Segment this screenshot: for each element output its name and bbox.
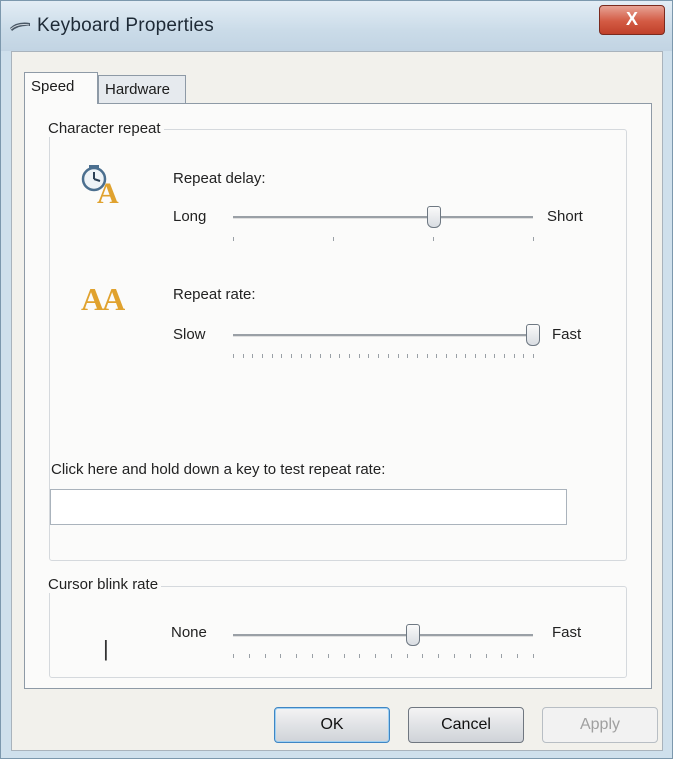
repeat-delay-min-label: Long bbox=[173, 208, 207, 225]
repeat-rate-slider-track[interactable] bbox=[233, 334, 533, 337]
slider-tick bbox=[328, 654, 329, 658]
cursor-blink-group bbox=[49, 586, 627, 678]
slider-tick bbox=[344, 654, 345, 658]
repeat-delay-slider-thumb[interactable] bbox=[427, 206, 441, 228]
tab-hardware[interactable]: Hardware bbox=[98, 75, 186, 103]
apply-button[interactable]: Apply bbox=[542, 707, 658, 743]
slider-tick bbox=[533, 237, 534, 241]
test-repeat-label: Click here and hold down a key to test r… bbox=[51, 461, 386, 478]
slider-tick bbox=[291, 354, 292, 358]
dialog-client-area: Speed Hardware Character repeat A Repeat… bbox=[11, 51, 663, 751]
slider-tick bbox=[465, 354, 466, 358]
slider-tick bbox=[368, 354, 369, 358]
slider-tick bbox=[312, 654, 313, 658]
keyboard-icon bbox=[9, 19, 31, 33]
slider-tick bbox=[281, 354, 282, 358]
slider-tick bbox=[330, 354, 331, 358]
close-button[interactable]: X bbox=[599, 5, 665, 35]
cancel-button[interactable]: Cancel bbox=[408, 707, 524, 743]
slider-tick bbox=[422, 654, 423, 658]
ok-button[interactable]: OK bbox=[274, 707, 390, 743]
title-bar[interactable]: Keyboard Properties X bbox=[1, 1, 672, 51]
slider-tick bbox=[320, 354, 321, 358]
slider-tick bbox=[514, 354, 515, 358]
slider-tick bbox=[501, 654, 502, 658]
slider-tick bbox=[280, 654, 281, 658]
cursor-blink-slider-thumb[interactable] bbox=[406, 624, 420, 646]
slider-tick bbox=[398, 354, 399, 358]
slider-tick bbox=[427, 354, 428, 358]
slider-tick bbox=[475, 354, 476, 358]
repeat-delay-label: Repeat delay: bbox=[173, 170, 266, 187]
keyboard-properties-window: Keyboard Properties X Speed Hardware Cha… bbox=[0, 0, 673, 759]
slider-tick bbox=[378, 354, 379, 358]
slider-tick bbox=[486, 654, 487, 658]
slider-tick bbox=[339, 354, 340, 358]
slider-tick bbox=[272, 354, 273, 358]
slider-tick bbox=[436, 354, 437, 358]
slider-tick bbox=[301, 354, 302, 358]
test-repeat-input[interactable] bbox=[50, 489, 567, 525]
slider-tick bbox=[523, 354, 524, 358]
slider-tick bbox=[359, 654, 360, 658]
slider-tick bbox=[417, 354, 418, 358]
repeat-rate-max-label: Fast bbox=[552, 326, 582, 343]
svg-text:A: A bbox=[97, 177, 119, 207]
repeat-delay-clock-icon: A bbox=[79, 161, 125, 207]
cursor-glyph-icon: | bbox=[103, 636, 109, 661]
slider-tick bbox=[454, 654, 455, 658]
slider-tick bbox=[517, 654, 518, 658]
slider-tick bbox=[388, 354, 389, 358]
slider-tick bbox=[470, 654, 471, 658]
slider-tick bbox=[233, 354, 234, 358]
slider-tick bbox=[456, 354, 457, 358]
slider-tick bbox=[249, 654, 250, 658]
slider-tick bbox=[533, 654, 534, 658]
slider-tick bbox=[407, 354, 408, 358]
window-title: Keyboard Properties bbox=[37, 15, 215, 36]
repeat-delay-slider-track[interactable] bbox=[233, 216, 533, 219]
slider-tick bbox=[265, 654, 266, 658]
slider-tick bbox=[375, 654, 376, 658]
slider-tick bbox=[349, 354, 350, 358]
slider-tick bbox=[333, 237, 334, 241]
repeat-rate-icon: AA bbox=[81, 281, 125, 317]
slider-tick bbox=[262, 354, 263, 358]
slider-tick bbox=[233, 654, 234, 658]
slider-tick bbox=[485, 354, 486, 358]
slider-tick bbox=[310, 354, 311, 358]
repeat-delay-max-label: Short bbox=[547, 208, 583, 225]
slider-tick bbox=[233, 237, 234, 241]
slider-tick bbox=[391, 654, 392, 658]
repeat-rate-label: Repeat rate: bbox=[173, 286, 256, 303]
slider-tick bbox=[359, 354, 360, 358]
slider-tick bbox=[494, 354, 495, 358]
slider-tick bbox=[504, 354, 505, 358]
slider-tick bbox=[252, 354, 253, 358]
repeat-rate-min-label: Slow bbox=[173, 326, 206, 343]
speed-tab-panel: Character repeat A Repeat delay: Long Sh… bbox=[24, 103, 652, 689]
slider-tick bbox=[446, 354, 447, 358]
cursor-blink-max-label: Fast bbox=[552, 624, 582, 641]
slider-tick bbox=[438, 654, 439, 658]
cursor-blink-label: Cursor blink rate bbox=[45, 576, 162, 593]
cursor-blink-min-label: None bbox=[171, 624, 207, 641]
cursor-blink-slider-track[interactable] bbox=[233, 634, 533, 637]
slider-tick bbox=[296, 654, 297, 658]
slider-tick bbox=[533, 354, 534, 358]
tab-speed[interactable]: Speed bbox=[24, 72, 98, 104]
character-repeat-label: Character repeat bbox=[45, 120, 164, 137]
repeat-rate-slider-thumb[interactable] bbox=[526, 324, 540, 346]
slider-tick bbox=[433, 237, 434, 241]
slider-tick bbox=[243, 354, 244, 358]
slider-tick bbox=[407, 654, 408, 658]
